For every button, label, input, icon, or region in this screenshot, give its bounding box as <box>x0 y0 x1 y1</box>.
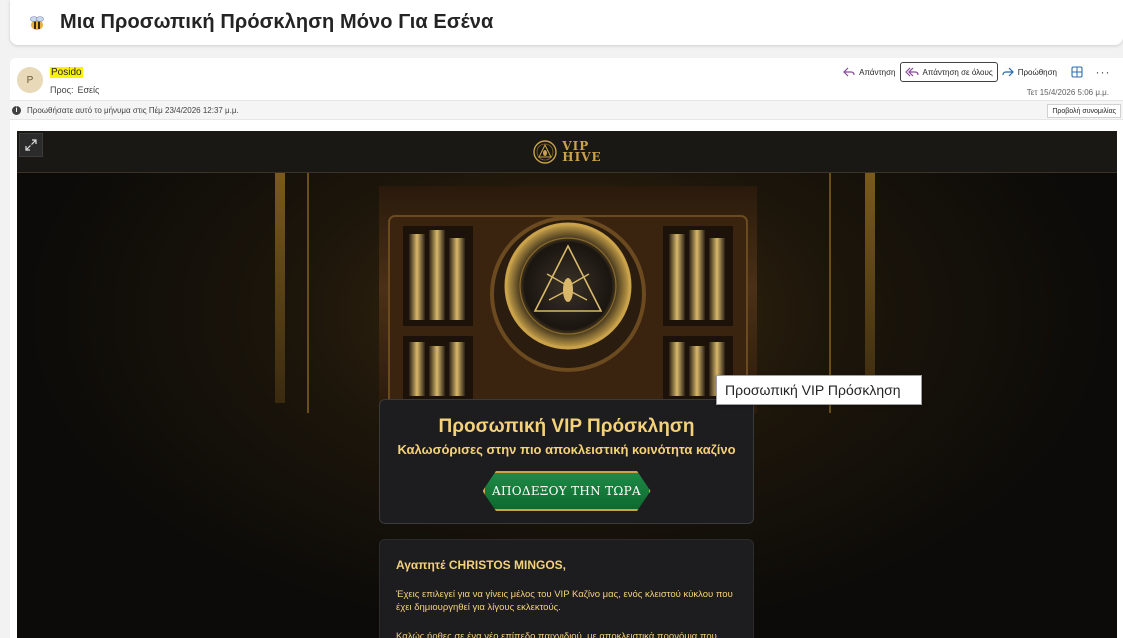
avatar[interactable]: P <box>17 67 43 93</box>
subject-title: Μια Προσωπική Πρόσκληση Μόνο Για Εσένα <box>60 11 494 33</box>
more-actions-button[interactable]: ··· <box>1093 62 1113 82</box>
accept-now-button[interactable]: ΑΠΟΔΕΞΟΥ ΤΗΝ ΤΩΡΑ <box>482 471 651 511</box>
sender-name[interactable]: Posido <box>50 67 83 78</box>
forwarded-info-text: Προωθήσατε αυτό το μήνυμα στις Πέμ 23/4/… <box>27 105 239 115</box>
invite-card: Προσωπική VIP Πρόσκληση Καλωσόρισες στην… <box>379 399 754 524</box>
logo-text: VIP HIVE <box>562 140 602 164</box>
immersive-reader-button[interactable] <box>1067 62 1087 82</box>
message-header: P Posido Προς: Εσείς Απάντηση Απάντηση σε… <box>10 58 1123 100</box>
message-actions: Απάντηση Απάντηση σε όλους Προώθηση ··· <box>839 62 1113 82</box>
forward-button[interactable]: Προώθηση <box>998 62 1061 82</box>
invite-title: Προσωπική VIP Πρόσκληση <box>438 416 695 437</box>
message-pane: P Posido Προς: Εσείς Απάντηση Απάντηση σε… <box>10 58 1123 638</box>
bee-icon <box>26 12 48 34</box>
reply-button[interactable]: Απάντηση <box>839 62 899 82</box>
invite-subtitle: Καλωσόρισες στην πιο αποκλειστική κοινότ… <box>397 442 736 457</box>
letter-paragraph-2: Καλώς ήρθες σε ένα νέο επίπεδο παιχνιδιο… <box>396 631 717 638</box>
subject-header: Μια Προσωπική Πρόσκληση Μόνο Για Εσένα <box>10 0 1123 45</box>
more-icon: ··· <box>1095 65 1111 79</box>
reply-all-button[interactable]: Απάντηση σε όλους <box>899 62 998 82</box>
casino-chest-image <box>379 186 757 414</box>
to-label: Προς: <box>50 85 74 95</box>
logo-line-2: HIVE <box>562 149 602 164</box>
forward-icon <box>1002 67 1014 77</box>
letter-paragraph-1: Έχεις επιλεγεί για να γίνεις μέλος του V… <box>396 589 733 613</box>
expand-button[interactable] <box>19 133 43 157</box>
view-conversation-button[interactable]: Προβολή συνομιλίας <box>1047 104 1121 118</box>
message-timestamp: Τετ 15/4/2026 5:06 μ.μ. <box>1026 88 1109 97</box>
reply-label: Απάντηση <box>859 67 896 77</box>
image-tooltip: Προσωπική VIP Πρόσκληση <box>716 375 922 405</box>
logo-emblem-icon <box>533 139 557 164</box>
left-arch-line <box>307 173 309 413</box>
expand-icon <box>25 139 37 151</box>
email-body: VIP HIVE Προσωπική VIP Πρόσκληση Προσωπι… <box>17 131 1117 638</box>
reply-all-icon <box>904 67 919 77</box>
left-pillar <box>275 173 285 403</box>
forward-label: Προώθηση <box>1017 67 1057 77</box>
letter-card: Αγαπητέ CHRISTOS MINGOS, Έχεις επιλεγεί … <box>379 539 754 638</box>
grid-view-icon <box>1071 66 1083 78</box>
reply-all-label: Απάντηση σε όλους <box>922 67 993 77</box>
greeting: Αγαπητέ CHRISTOS MINGOS, <box>396 558 567 572</box>
right-pillar <box>865 173 875 403</box>
vip-hive-logo: VIP HIVE <box>532 139 601 165</box>
info-icon: i <box>12 105 21 115</box>
forwarded-info-bar: i Προωθήσατε αυτό το μήνυμα στις Πέμ 23/… <box>10 100 1123 120</box>
reply-icon <box>843 67 855 77</box>
to-value: Εσείς <box>77 85 100 95</box>
email-top-band: VIP HIVE <box>17 131 1117 173</box>
recipient-line: Προς: Εσείς <box>50 85 99 95</box>
